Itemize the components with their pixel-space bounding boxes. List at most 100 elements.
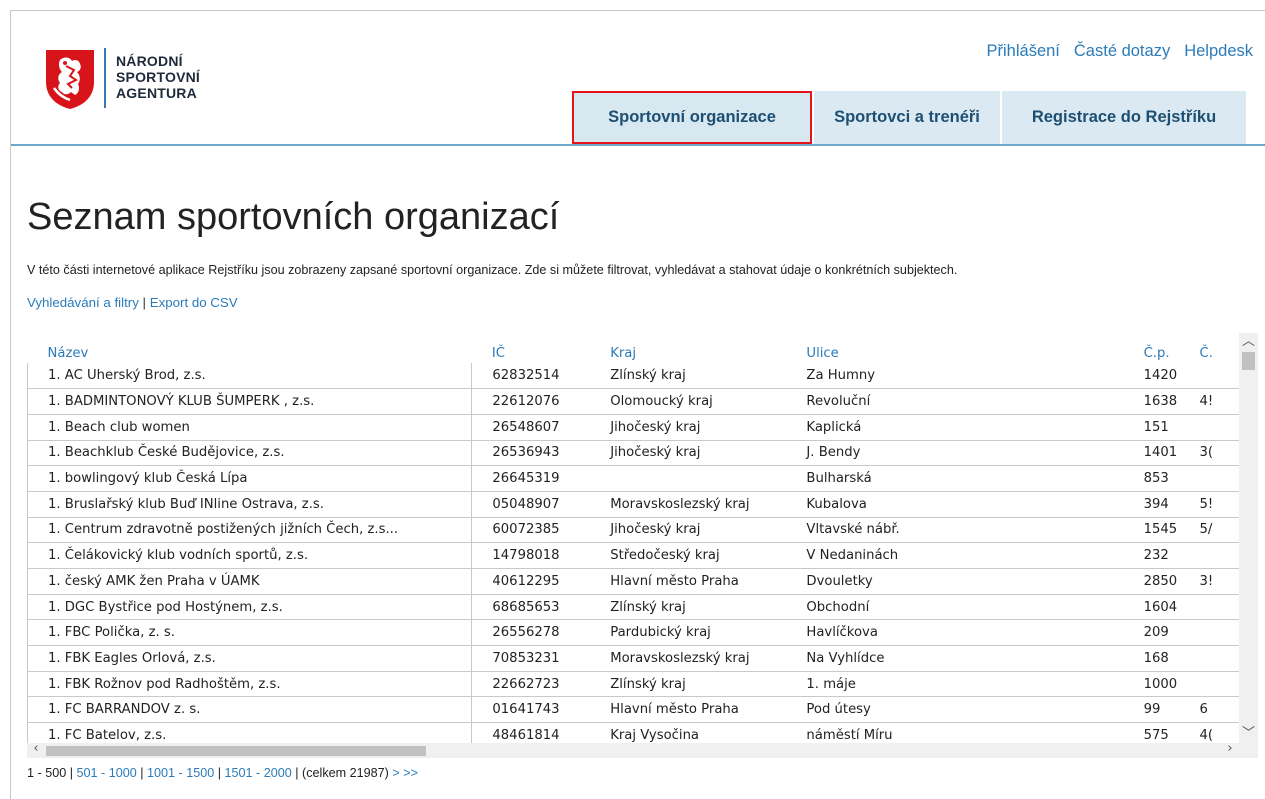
col-header-house-number[interactable]: Č.p. [1124, 333, 1180, 363]
top-links: Přihlášení Časté dotazy Helpdesk [987, 42, 1253, 61]
login-link[interactable]: Přihlášení [987, 42, 1060, 61]
horizontal-scrollbar[interactable]: ‹ › [27, 741, 1239, 758]
table-row[interactable]: 1. FBK Eagles Orlová, z.s. 70853231 Moravs… [27, 645, 1239, 672]
cell-street: Na Vyhlídce [786, 645, 1124, 672]
pagination: 1 - 500 | 501 - 1000 | 1001 - 1500 | 150… [27, 766, 418, 780]
pager-next-link[interactable]: > >> [392, 766, 418, 780]
cell-house-number: 394 [1123, 491, 1180, 518]
tab-athletes-coaches[interactable]: Sportovci a trenéři [814, 91, 1000, 144]
cell-name: 1. Beach club women [27, 414, 472, 441]
cell-name: 1. FBC Polička, z. s. [27, 619, 472, 647]
cell-ic: 40612295 [471, 568, 591, 595]
table-row[interactable]: 1. FBC Polička, z. s. 26556278 Pardubický … [27, 619, 1239, 647]
logo-line: SPORTOVNÍ [116, 69, 201, 85]
cell-house-number: 168 [1123, 645, 1180, 672]
logo-separator [104, 48, 106, 108]
cell-name: 1. Čelákovický klub vodních sportů, z.s. [27, 542, 472, 569]
header-divider [11, 144, 1265, 146]
scroll-left-icon[interactable]: ‹ [27, 741, 45, 756]
faq-link[interactable]: Časté dotazy [1074, 42, 1170, 61]
cell-street: náměstí Míru [786, 722, 1124, 743]
cell-orientation-number: 5! [1179, 491, 1239, 518]
cell-house-number: 575 [1123, 722, 1180, 743]
col-header-region[interactable]: Kraj [590, 333, 786, 363]
cell-house-number: 1420 [1123, 363, 1180, 390]
table-row[interactable]: 1. český AMK žen Praha v ÚAMK 40612295 Hla… [27, 568, 1239, 595]
cell-house-number: 1638 [1123, 388, 1180, 415]
cell-orientation-number [1179, 363, 1239, 390]
table-row[interactable]: 1. Čelákovický klub vodních sportů, z.s.… [27, 542, 1239, 569]
table-row[interactable]: 1. AC Uherský Brod, z.s. 62832514 Zlínský … [27, 363, 1239, 390]
cell-street: J. Bendy [786, 440, 1124, 467]
intro-text: V této části internetové aplikace Rejstř… [27, 263, 958, 277]
grid-viewport[interactable]: Název IČ Kraj Ulice Č.p. Č. 1. AC Uhersk… [27, 333, 1239, 743]
helpdesk-link[interactable]: Helpdesk [1184, 42, 1253, 61]
cell-house-number: 151 [1123, 414, 1180, 441]
pager-link[interactable]: 1501 - 2000 [225, 766, 292, 780]
cell-region [590, 465, 787, 492]
col-header-street[interactable]: Ulice [786, 333, 1123, 363]
table-row[interactable]: 1. FC Batelov, z.s. 48461814 Kraj Vysočina… [27, 722, 1239, 743]
main-nav-tabs: Sportovní organizace Sportovci a trenéři… [572, 91, 1246, 144]
table-row[interactable]: 1. Beachklub České Budějovice, z.s. 26536… [27, 440, 1239, 467]
cell-street: Bulharská [786, 465, 1124, 492]
tab-sport-organizations[interactable]: Sportovní organizace [572, 91, 812, 144]
cell-street: Dvouletky [786, 568, 1124, 595]
cell-street: Pod útesy [786, 696, 1124, 724]
pager-current: 1 - 500 [27, 766, 67, 780]
pager-link[interactable]: 1001 - 1500 [147, 766, 214, 780]
vertical-scrollbar[interactable]: ︿ ﹀ [1239, 333, 1258, 743]
cell-orientation-number [1179, 671, 1239, 698]
table-row[interactable]: 1. FC BARRANDOV z. s. 01641743 Hlavní měst… [27, 696, 1239, 724]
table-body: 1. AC Uherský Brod, z.s. 62832514 Zlínský … [27, 363, 1239, 743]
table-row[interactable]: 1. bowlingový klub Česká Lípa 26645319 Bul… [27, 465, 1239, 492]
col-header-ic[interactable]: IČ [472, 333, 590, 363]
scroll-up-icon[interactable]: ︿ [1239, 333, 1258, 351]
pager-link[interactable]: 501 - 1000 [77, 766, 137, 780]
cell-name: 1. bowlingový klub Česká Lípa [27, 465, 472, 492]
cell-name: 1. FBK Eagles Orlová, z.s. [27, 645, 472, 672]
scroll-down-icon[interactable]: ﹀ [1239, 725, 1258, 743]
cell-name: 1. český AMK žen Praha v ÚAMK [27, 568, 472, 595]
scroll-right-icon[interactable]: › [1221, 741, 1239, 756]
cell-house-number: 209 [1123, 619, 1180, 647]
cell-ic: 70853231 [471, 645, 591, 672]
organizations-grid: Název IČ Kraj Ulice Č.p. Č. 1. AC Uhersk… [27, 333, 1258, 758]
cell-orientation-number: 4( [1179, 722, 1239, 743]
cell-region: Zlínský kraj [590, 671, 787, 698]
cell-street: Havlíčkova [786, 619, 1124, 647]
export-csv-link[interactable]: Export do CSV [150, 295, 238, 310]
cell-orientation-number [1179, 465, 1239, 492]
cell-house-number: 1545 [1123, 517, 1180, 544]
col-header-name[interactable]: Název [28, 333, 472, 363]
table-row[interactable]: 1. Beach club women 26548607 Jihočeský kra… [27, 414, 1239, 441]
logo-line: AGENTURA [116, 85, 197, 101]
cell-house-number: 232 [1123, 542, 1180, 569]
cell-region: Olomoucký kraj [590, 388, 787, 415]
table-row[interactable]: 1. Centrum zdravotně postižených jižních… [27, 517, 1239, 544]
cell-orientation-number [1179, 542, 1239, 569]
col-header-orientation-number[interactable]: Č. [1180, 333, 1239, 363]
horizontal-scroll-thumb[interactable] [46, 746, 426, 756]
search-filters-link[interactable]: Vyhledávání a filtry [27, 295, 139, 310]
cell-street: Kaplická [786, 414, 1124, 441]
cell-name: 1. Bruslařský klub Buď INline Ostrava, z… [27, 491, 472, 518]
nsa-logo[interactable]: NÁRODNÍ SPORTOVNÍ AGENTURA [44, 48, 200, 110]
cell-ic: 22612076 [471, 388, 591, 415]
vertical-scroll-thumb[interactable] [1242, 352, 1255, 370]
cell-region: Hlavní město Praha [590, 696, 787, 724]
organizations-table: Název IČ Kraj Ulice Č.p. Č. 1. AC Uhersk… [27, 333, 1239, 743]
tab-registration[interactable]: Registrace do Rejstříku [1002, 91, 1246, 144]
table-row[interactable]: 1. DGC Bystřice pod Hostýnem, z.s. 686856… [27, 594, 1239, 621]
cell-ic: 05048907 [471, 491, 591, 518]
table-row[interactable]: 1. Bruslařský klub Buď INline Ostrava, z… [27, 491, 1239, 518]
cell-region: Středočeský kraj [590, 542, 787, 569]
cell-house-number: 1401 [1123, 440, 1180, 467]
table-row[interactable]: 1. BADMINTONOVÝ KLUB ŠUMPERK , z.s. 22612… [27, 388, 1239, 415]
czech-lion-emblem-icon [46, 50, 94, 109]
cell-orientation-number [1179, 414, 1239, 441]
table-row[interactable]: 1. FBK Rožnov pod Radhoštěm, z.s. 2266272… [27, 671, 1239, 698]
cell-house-number: 1000 [1123, 671, 1180, 698]
cell-orientation-number: 3! [1179, 568, 1239, 595]
scrollbar-corner [1239, 743, 1258, 758]
